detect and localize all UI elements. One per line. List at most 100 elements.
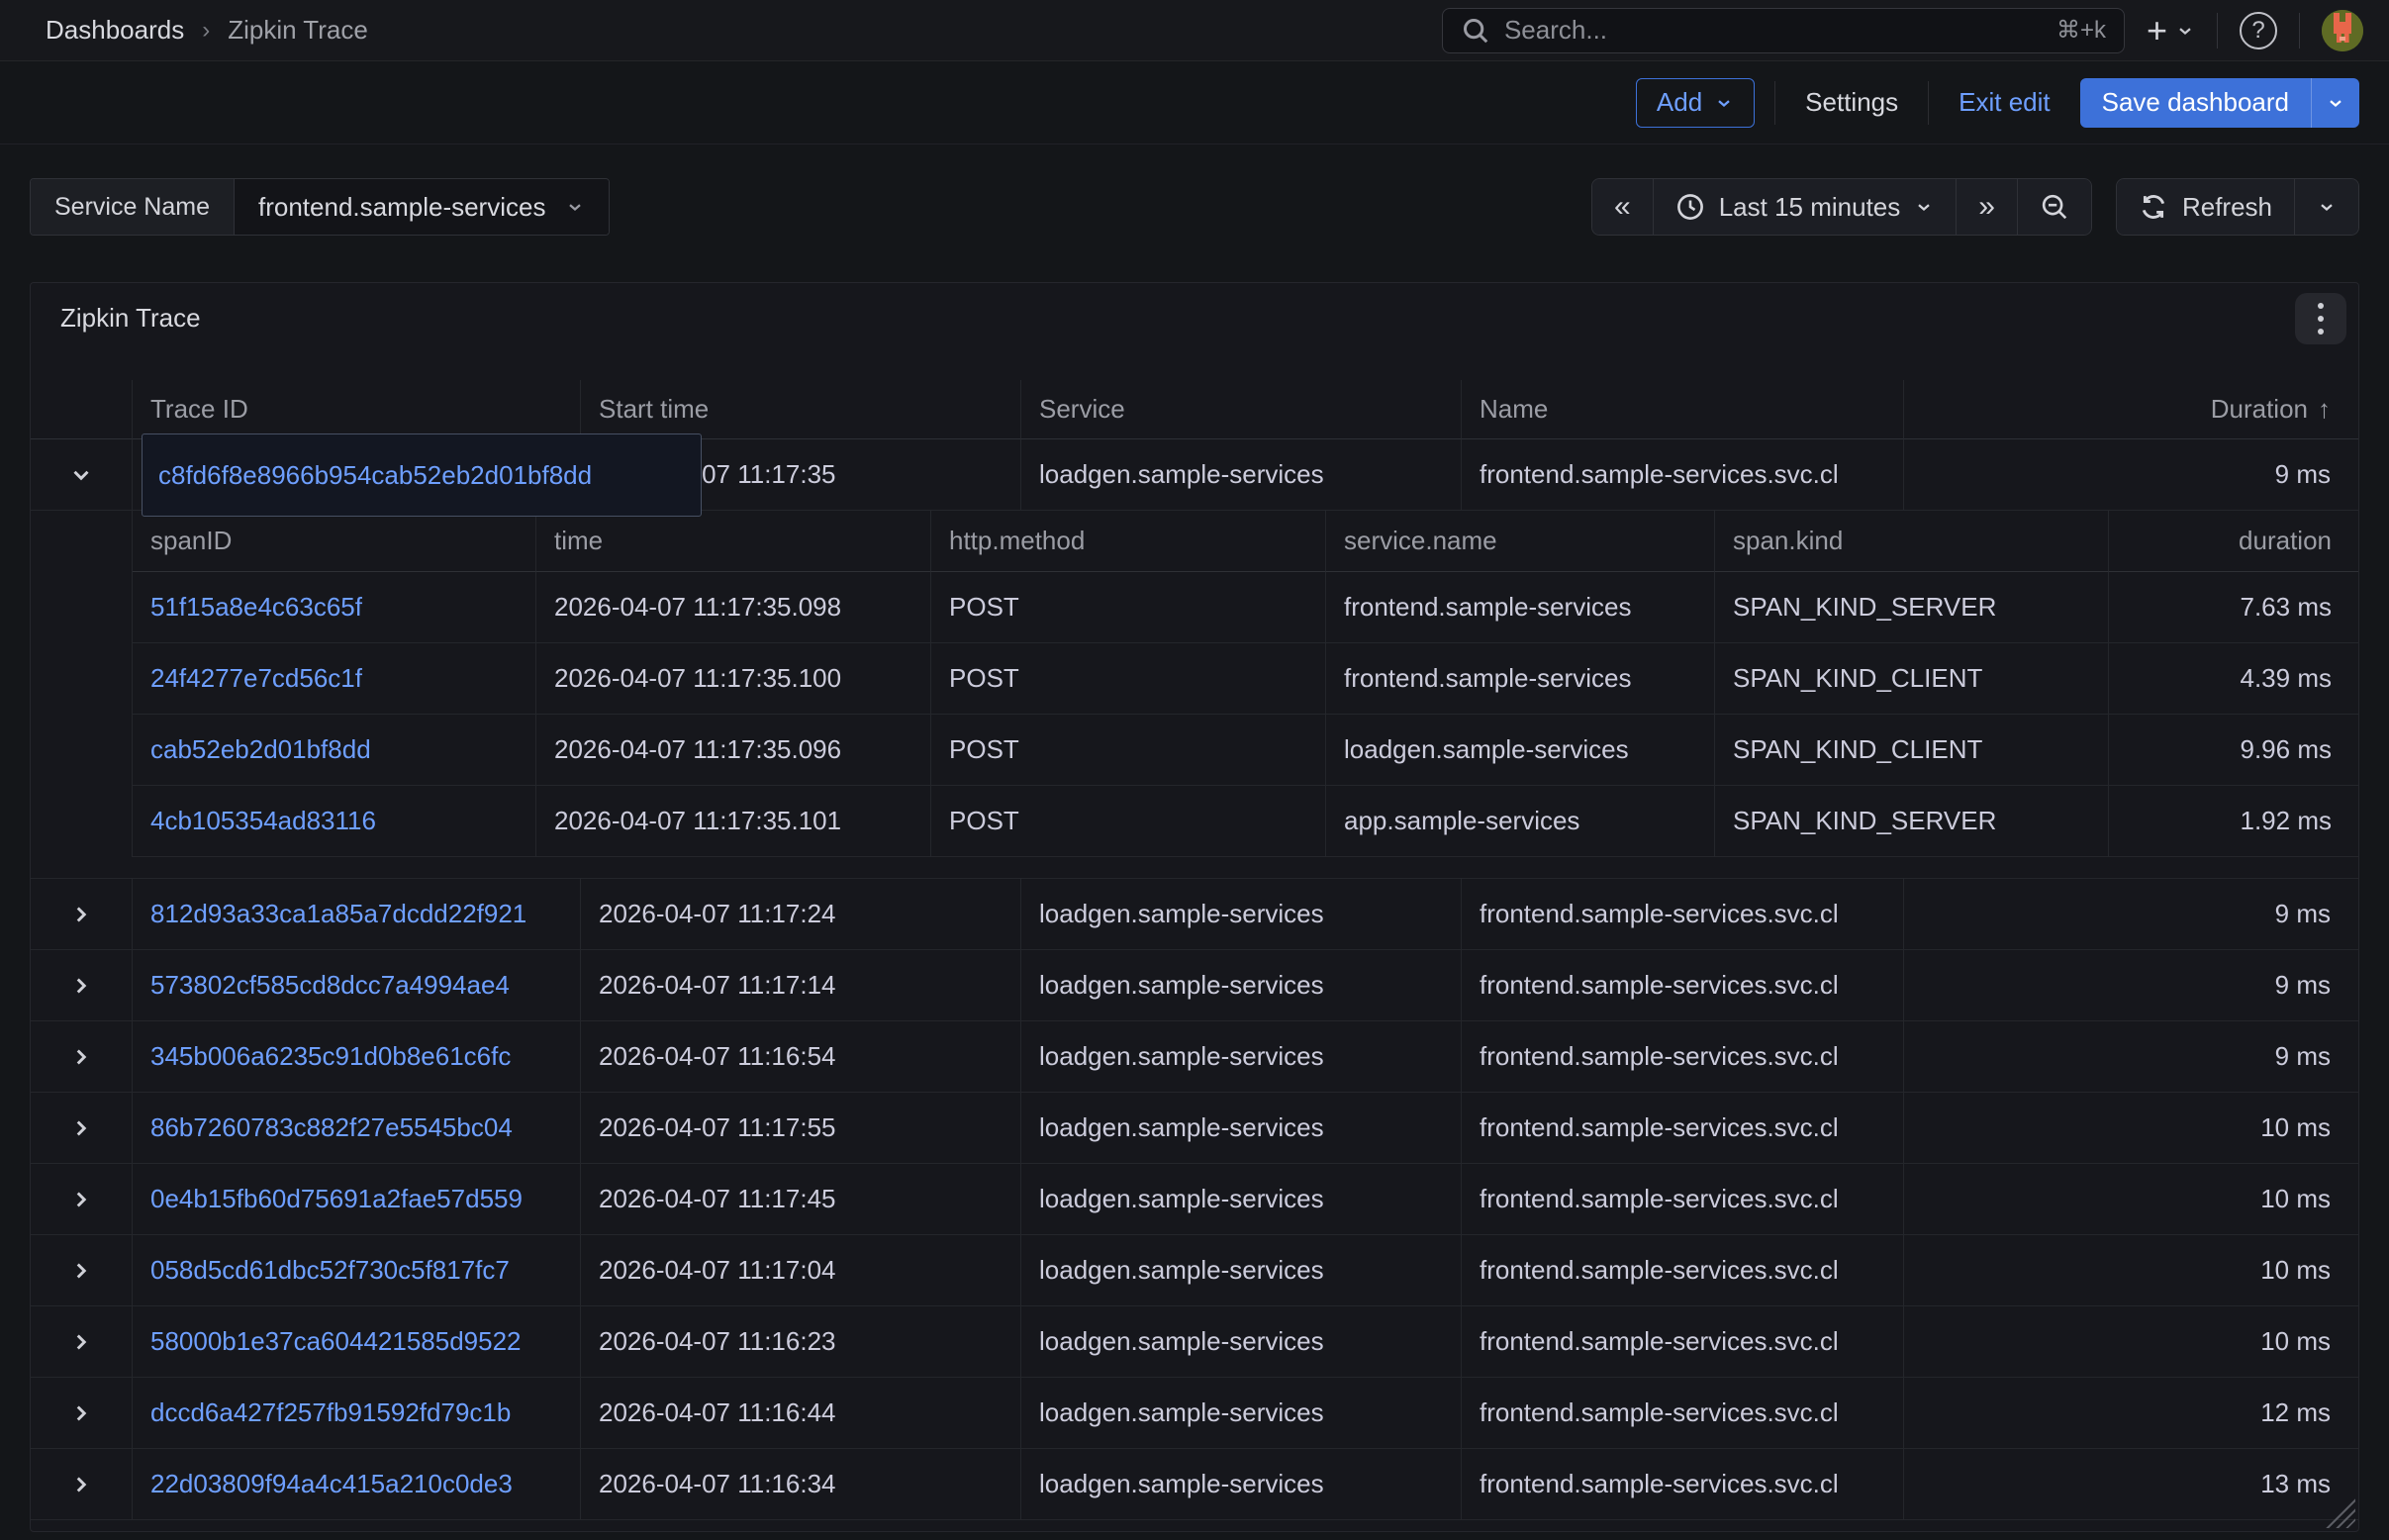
col-header-service[interactable]: Service	[1020, 380, 1461, 439]
row-expand-button[interactable]	[31, 950, 132, 1021]
save-dashboard-label[interactable]: Save dashboard	[2080, 78, 2311, 128]
table-row: 58000b1e37ca604421585d9522 2026-04-07 11…	[31, 1306, 2358, 1378]
row-collapse-button[interactable]	[31, 439, 132, 511]
span-service-name-cell: frontend.sample-services	[1325, 643, 1714, 715]
span-id-link[interactable]: 24f4277e7cd56c1f	[150, 663, 362, 694]
refresh-interval-caret[interactable]	[2295, 178, 2359, 236]
time-range-picker[interactable]: Last 15 minutes	[1654, 178, 1958, 236]
name-cell: frontend.sample-services.svc.cl	[1461, 1449, 1903, 1520]
trace-id-link[interactable]: 812d93a33ca1a85a7dcdd22f921	[150, 899, 526, 929]
col-header-trace-id[interactable]: Trace ID	[132, 380, 580, 439]
duration-cell: 10 ms	[1903, 1164, 2358, 1235]
search-box[interactable]: ⌘+k	[1442, 8, 2125, 53]
new-item-button[interactable]: +	[2147, 13, 2195, 48]
start-time-cell: 2026-04-07 11:16:34	[580, 1449, 1020, 1520]
row-expand-button[interactable]	[31, 1164, 132, 1235]
selected-trace-id-cell[interactable]: c8fd6f8e8966b954cab52eb2d01bf8dd	[142, 433, 702, 517]
time-shift-forward-button[interactable]: »	[1957, 178, 2018, 236]
service-cell: loadgen.sample-services	[1020, 879, 1461, 950]
breadcrumb-current: Zipkin Trace	[228, 15, 368, 46]
duration-cell: 10 ms	[1903, 1306, 2358, 1378]
col-header-span-kind: span.kind	[1714, 511, 2108, 572]
trace-id-link[interactable]: 22d03809f94a4c415a210c0de3	[150, 1469, 513, 1499]
settings-button[interactable]: Settings	[1795, 87, 1908, 118]
refresh-button[interactable]: Refresh	[2116, 178, 2295, 236]
chevron-down-icon	[68, 462, 94, 488]
panel-header[interactable]: Zipkin Trace	[31, 283, 2358, 352]
plus-icon: +	[2147, 13, 2167, 48]
chevron-down-icon	[2326, 93, 2345, 113]
exit-edit-button[interactable]: Exit edit	[1949, 87, 2060, 118]
span-id-link[interactable]: cab52eb2d01bf8dd	[150, 734, 371, 765]
row-expand-button[interactable]	[31, 1306, 132, 1378]
avatar[interactable]	[2322, 10, 2363, 51]
col-header-name[interactable]: Name	[1461, 380, 1903, 439]
search-shortcut: ⌘+k	[2056, 16, 2106, 45]
service-cell: loadgen.sample-services	[1020, 1021, 1461, 1093]
span-time-cell: 2026-04-07 11:17:35.101	[535, 786, 930, 857]
span-http-method-cell: POST	[930, 572, 1325, 643]
span-kind-cell: SPAN_KIND_SERVER	[1714, 786, 2108, 857]
trace-id-link[interactable]: dccd6a427f257fb91592fd79c1b	[150, 1397, 511, 1428]
zoom-out-time-button[interactable]	[2018, 178, 2092, 236]
nav-divider	[2299, 13, 2300, 48]
save-dashboard-caret[interactable]	[2311, 78, 2359, 128]
row-expand-button[interactable]	[31, 1235, 132, 1306]
row-expand-button[interactable]	[31, 1378, 132, 1449]
span-id-link[interactable]: 51f15a8e4c63c65f	[150, 592, 362, 623]
span-service-name-cell: loadgen.sample-services	[1325, 715, 1714, 786]
col-header-duration[interactable]: Duration ↑	[1903, 380, 2358, 439]
span-id-link[interactable]: 4cb105354ad83116	[150, 806, 376, 836]
name-cell: frontend.sample-services.svc.cl	[1461, 1164, 1903, 1235]
trace-id-link[interactable]: 058d5cd61dbc52f730c5f817fc7	[150, 1255, 510, 1286]
panel-menu-button[interactable]	[2295, 293, 2346, 344]
nav-divider	[2217, 13, 2218, 48]
trace-id-link[interactable]: 0e4b15fb60d75691a2fae57d559	[150, 1184, 523, 1214]
time-range-group: « Last 15 minutes »	[1591, 178, 2092, 236]
add-button[interactable]: Add	[1636, 78, 1755, 128]
trace-id-link[interactable]: 86b7260783c882f27e5545bc04	[150, 1112, 513, 1143]
trace-id-link[interactable]: 345b006a6235c91d0b8e61c6fc	[150, 1041, 511, 1072]
dashboard-controls-row: Service Name frontend.sample-services « …	[30, 178, 2359, 236]
name-cell: frontend.sample-services.svc.cl	[1461, 1021, 1903, 1093]
duration-cell: 12 ms	[1903, 1378, 2358, 1449]
start-time-cell: 2026-04-07 11:17:55	[580, 1093, 1020, 1164]
trace-id-link[interactable]: c8fd6f8e8966b954cab52eb2d01bf8dd	[158, 460, 592, 491]
span-duration-cell: 9.96 ms	[2108, 715, 2359, 786]
service-name-variable: Service Name frontend.sample-services	[30, 178, 610, 236]
col-header-start-time[interactable]: Start time	[580, 380, 1020, 439]
row-expand-button[interactable]	[31, 1449, 132, 1520]
search-input[interactable]	[1504, 15, 2043, 46]
chevron-down-icon	[565, 197, 585, 217]
service-name-select[interactable]: frontend.sample-services	[235, 179, 609, 235]
chevron-down-icon	[1714, 93, 1734, 113]
service-cell: loadgen.sample-services	[1020, 439, 1461, 511]
row-expand-button[interactable]	[31, 879, 132, 950]
start-time-cell: 2026-04-07 11:17:14	[580, 950, 1020, 1021]
breadcrumb-dashboards[interactable]: Dashboards	[46, 15, 184, 46]
span-row: 24f4277e7cd56c1f 2026-04-07 11:17:35.100…	[133, 643, 2358, 715]
service-cell: loadgen.sample-services	[1020, 1235, 1461, 1306]
service-cell: loadgen.sample-services	[1020, 950, 1461, 1021]
trace-id-link[interactable]: 58000b1e37ca604421585d9522	[150, 1326, 522, 1357]
table-header-row: Trace ID Start time Service Name Duratio…	[31, 380, 2358, 439]
save-dashboard-button[interactable]: Save dashboard	[2080, 78, 2359, 128]
row-expand-button[interactable]	[31, 1021, 132, 1093]
col-header-service-name: service.name	[1325, 511, 1714, 572]
zipkin-trace-panel: Zipkin Trace Trace ID Start time Service…	[30, 282, 2359, 1532]
span-kind-cell: SPAN_KIND_SERVER	[1714, 572, 2108, 643]
table-row: 573802cf585cd8dcc7a4994ae4 2026-04-07 11…	[31, 950, 2358, 1021]
start-time-cell: 2026-04-07 11:16:23	[580, 1306, 1020, 1378]
sort-ascending-icon: ↑	[2318, 394, 2331, 425]
start-time-cell: 2026-04-07 11:17:45	[580, 1164, 1020, 1235]
duration-cell: 9 ms	[1903, 879, 2358, 950]
help-icon[interactable]: ?	[2240, 12, 2277, 49]
row-expand-button[interactable]	[31, 1093, 132, 1164]
trace-id-link[interactable]: 573802cf585cd8dcc7a4994ae4	[150, 970, 510, 1001]
time-shift-back-button[interactable]: «	[1591, 178, 1654, 236]
chevron-down-icon	[2175, 21, 2195, 41]
span-kind-cell: SPAN_KIND_CLIENT	[1714, 715, 2108, 786]
span-row: cab52eb2d01bf8dd 2026-04-07 11:17:35.096…	[133, 715, 2358, 786]
search-icon	[1461, 16, 1490, 46]
clock-icon	[1675, 192, 1705, 222]
